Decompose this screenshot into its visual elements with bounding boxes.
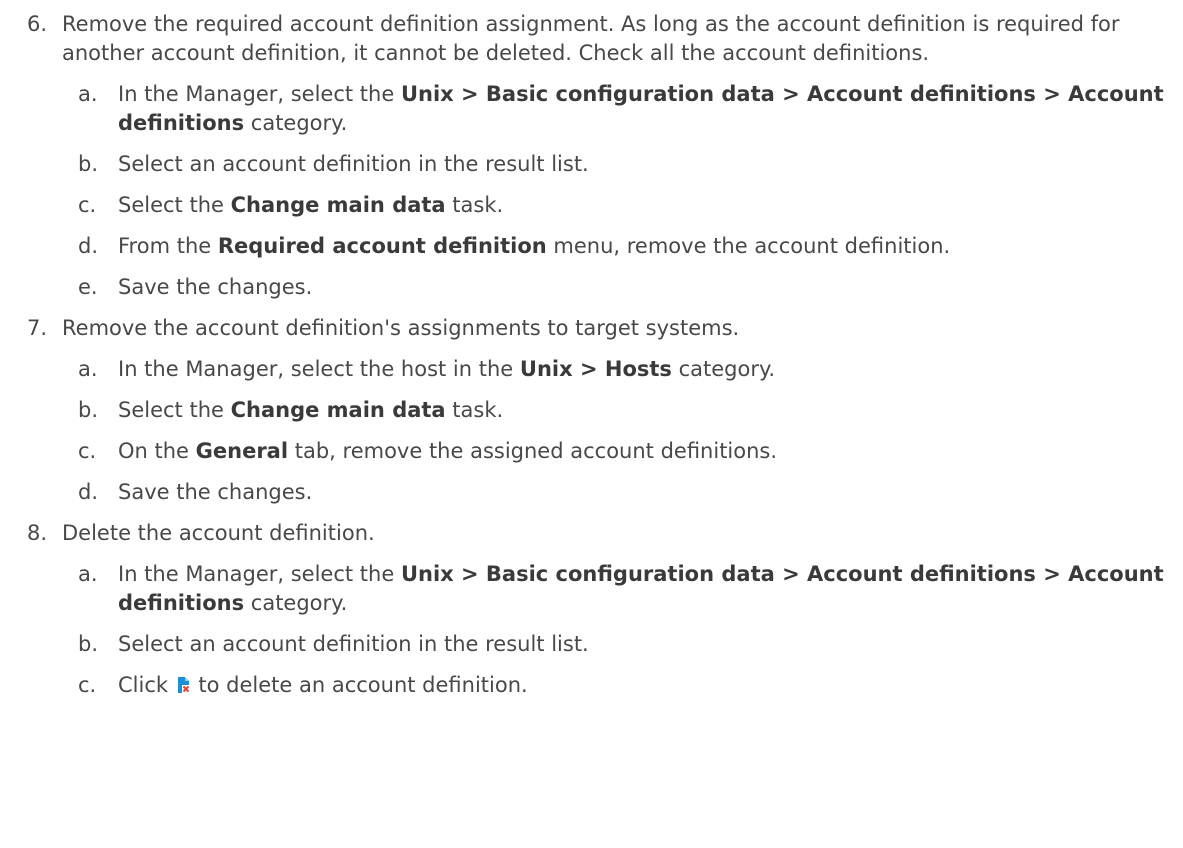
substep: a. In the Manager, select the host in th… (78, 355, 1168, 384)
substep-text: Save the changes. (118, 480, 313, 504)
substep-text: Select an account definition in the resu… (118, 632, 589, 656)
step-number: 8. (26, 521, 47, 545)
menu-path: Unix > Hosts (519, 357, 672, 381)
substep: c. On the General tab, remove the assign… (78, 437, 1168, 466)
substep: a. In the Manager, select the Unix > Bas… (78, 560, 1168, 618)
substep-text: category. (671, 357, 776, 381)
step-7: 7. Remove the account definition's assig… (27, 314, 1167, 507)
document-body: 6. Remove the required account definitio… (0, 0, 1183, 700)
substep: a. In the Manager, select the Unix > Bas… (78, 80, 1168, 138)
step-text: Remove the required account definition a… (62, 12, 1120, 65)
substep-letter: b. (78, 152, 99, 176)
substep-text: category. (244, 591, 348, 615)
substep: b. Select an account definition in the r… (78, 630, 1168, 659)
substep: c. Click to delete an account definition… (78, 671, 1168, 700)
substep-letter: d. (78, 480, 99, 504)
substep-text: Save the changes. (118, 275, 313, 299)
substep-letter: b. (78, 398, 99, 422)
substep: e. Save the changes. (78, 273, 1168, 302)
substep-letter: c. (78, 193, 97, 217)
substep: b. Select an account definition in the r… (78, 150, 1168, 179)
substep-text: Select the (118, 398, 231, 422)
substep-list: a. In the Manager, select the host in th… (62, 355, 1167, 507)
substep-letter: b. (78, 632, 99, 656)
task-name: Change main data (230, 398, 446, 422)
step-number: 7. (26, 316, 47, 340)
menu-name: Required account definition (217, 234, 547, 258)
substep: c. Select the Change main data task. (78, 191, 1168, 220)
substep-text: to delete an account definition. (191, 673, 528, 697)
step-6: 6. Remove the required account definitio… (27, 10, 1167, 302)
substep-text: In the Manager, select the (118, 562, 401, 586)
substep-text: From the (118, 234, 218, 258)
substep-list: a. In the Manager, select the Unix > Bas… (62, 560, 1167, 700)
substep-text: category. (244, 111, 348, 135)
step-text: Delete the account definition. (62, 521, 375, 545)
step-8: 8. Delete the account definition. a. In … (27, 519, 1167, 700)
task-name: Change main data (230, 193, 446, 217)
substep-letter: a. (78, 357, 98, 381)
substep-text: On the (118, 439, 196, 463)
substep-text: In the Manager, select the (118, 82, 401, 106)
substep-letter: d. (78, 234, 99, 258)
substep-letter: a. (78, 562, 98, 586)
delete-account-definition-icon (177, 676, 190, 694)
substep-text: In the Manager, select the host in the (118, 357, 520, 381)
substep: d. Save the changes. (78, 478, 1168, 507)
substep-text: Click (118, 673, 175, 697)
substep-text: tab, remove the assigned account definit… (288, 439, 778, 463)
step-text: Remove the account definition's assignme… (62, 316, 740, 340)
substep-list: a. In the Manager, select the Unix > Bas… (62, 80, 1167, 302)
substep-letter: c. (78, 673, 97, 697)
substep-letter: a. (78, 82, 98, 106)
substep: b. Select the Change main data task. (78, 396, 1168, 425)
substep: d. From the Required account definition … (78, 232, 1168, 261)
substep-text: task. (445, 193, 504, 217)
substep-text: menu, remove the account definition. (546, 234, 951, 258)
substep-letter: e. (78, 275, 98, 299)
substep-text: Select the (118, 193, 231, 217)
substep-text: Select an account definition in the resu… (118, 152, 589, 176)
substep-text: task. (445, 398, 504, 422)
step-number: 6. (26, 12, 47, 36)
tab-name: General (195, 439, 289, 463)
substep-letter: c. (78, 439, 97, 463)
